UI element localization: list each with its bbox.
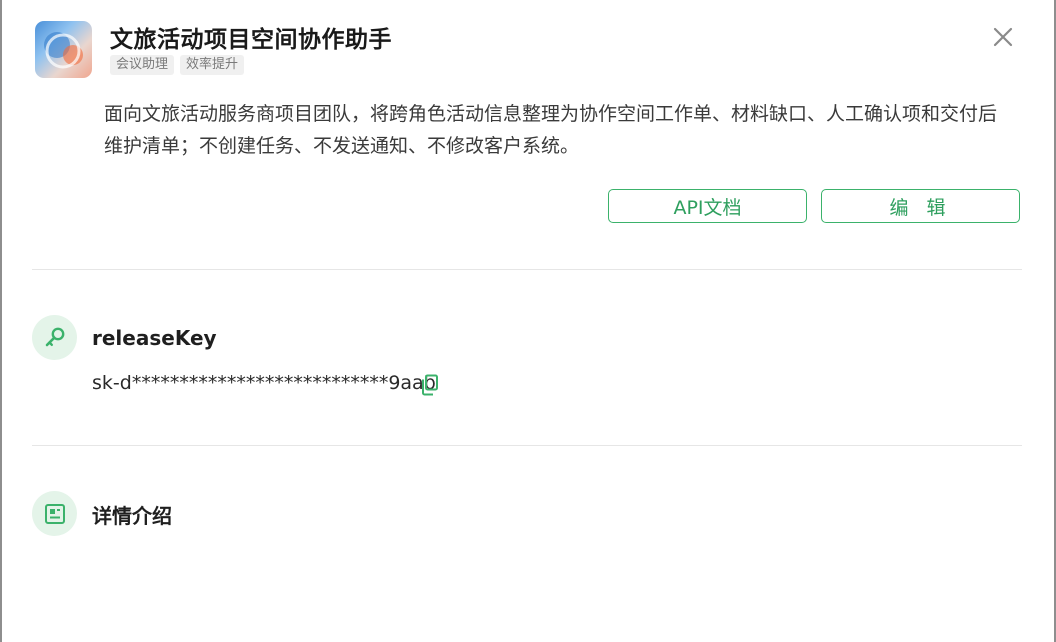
key-icon — [45, 327, 64, 346]
app-avatar-art — [44, 32, 83, 69]
details-label: 详情介绍 — [92, 504, 172, 528]
app-avatar — [35, 21, 92, 78]
edit-button[interactable]: 编 辑 — [821, 189, 1020, 223]
close-button[interactable] — [990, 24, 1016, 50]
details-badge — [32, 491, 77, 536]
window-border-left — [0, 0, 2, 642]
divider — [32, 269, 1022, 270]
app-title: 文旅活动项目空间协作助手 — [110, 27, 392, 53]
release-key-badge — [32, 315, 77, 360]
tag-meeting-assistant: 会议助理 — [110, 55, 175, 75]
copy-icon — [422, 374, 438, 396]
release-key-label: releaseKey — [92, 326, 217, 350]
release-key-value: sk-d***************************9aab — [92, 372, 436, 394]
tag-list: 会议助理 效率提升 — [110, 55, 245, 75]
copy-key-button[interactable] — [421, 374, 439, 396]
close-icon — [993, 27, 1013, 47]
tag-efficiency: 效率提升 — [180, 55, 245, 75]
app-description: 面向文旅活动服务商项目团队，将跨角色活动信息整理为协作空间工作单、材料缺口、人工… — [104, 103, 998, 157]
document-icon — [44, 503, 65, 524]
divider — [32, 445, 1022, 446]
api-docs-button[interactable]: API文档 — [608, 189, 807, 223]
